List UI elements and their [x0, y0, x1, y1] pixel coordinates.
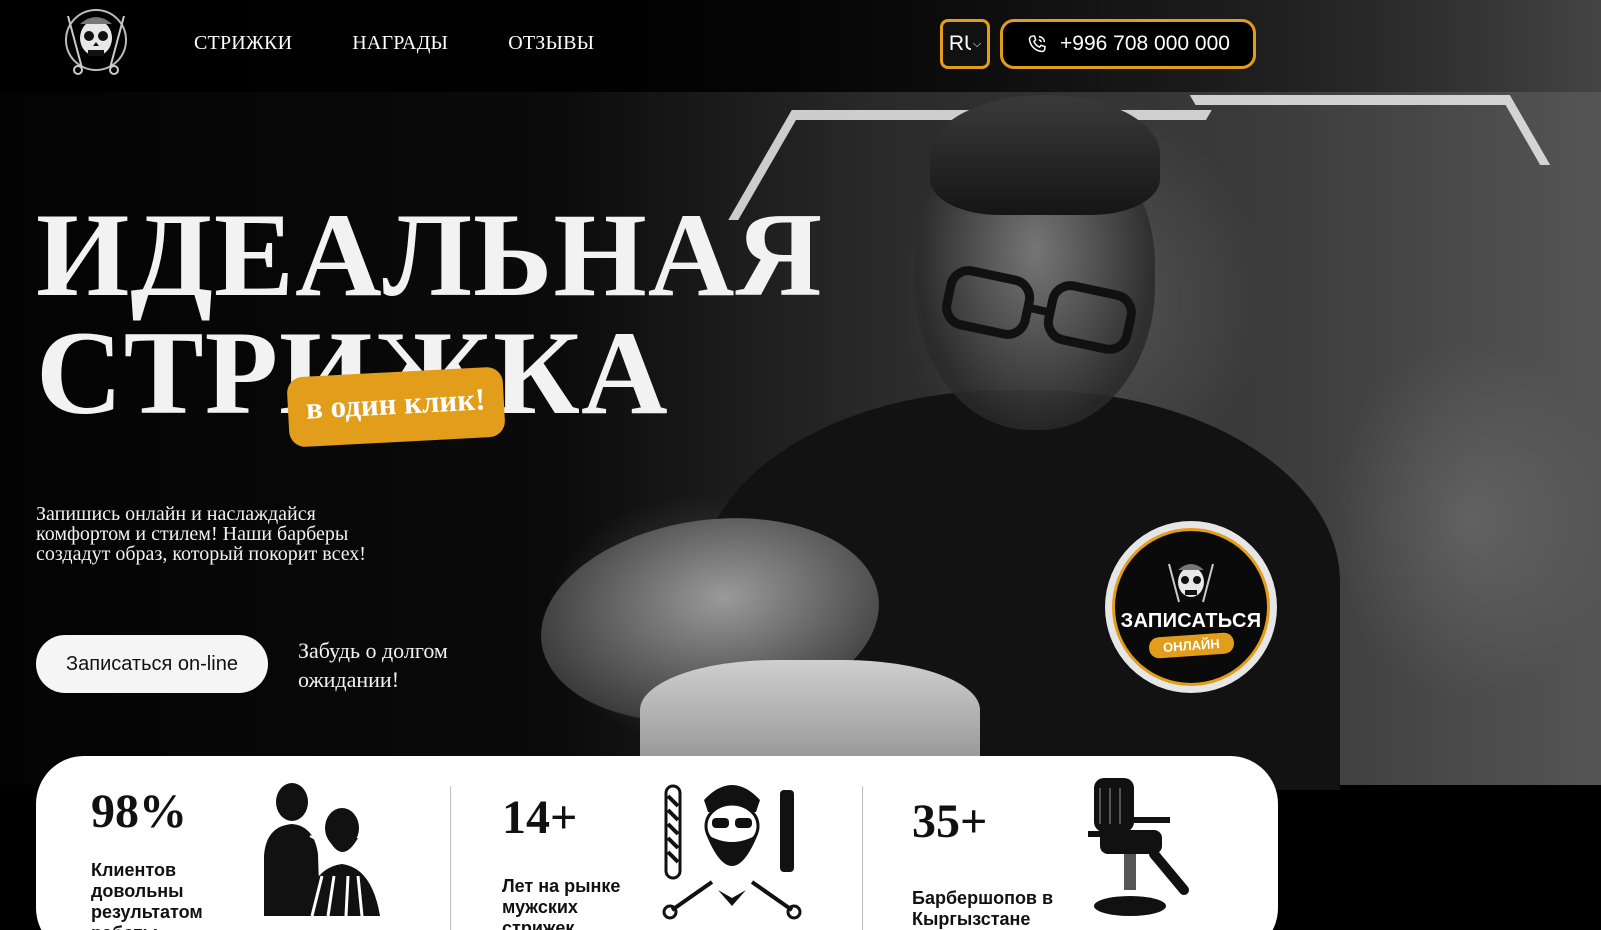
language-value: RU [948, 32, 971, 55]
hero-subtitle: Запишись онлайн и наслаждайся комфортом … [36, 503, 366, 565]
stat-label: Барбершопов в Кыргызстане [912, 888, 1054, 929]
ceiling-lamp [1189, 95, 1551, 165]
stat-shops: 35+ Барбершопов в Кыргызстане [862, 756, 1278, 930]
stat-value: 35+ [912, 795, 988, 848]
nav-link-reviews[interactable]: ОТЗЫВЫ [508, 32, 594, 55]
stat-value: 98% [91, 785, 187, 838]
barber-client-illustration [264, 783, 380, 916]
phone-number: +996 708 000 000 [1060, 32, 1230, 55]
hero-title-line1: ИДЕАЛЬНАЯ [36, 188, 824, 321]
barber-chair-illustration [1088, 778, 1189, 916]
chevron-down-icon: ⌵ [972, 37, 982, 50]
stats-card: 98% Клиентов довольны результатом работы… [36, 756, 1278, 930]
badge-subtitle: ОНЛАЙН [1147, 632, 1235, 659]
top-navbar: СТРИЖКИ НАГРАДЫ ОТЗЫВЫ RU ⌵ +996 708 000… [0, 0, 1601, 92]
hero-title-tag: в один клик! [286, 366, 506, 448]
stat-years: 14+ Лет на рынке мужских стрижек [450, 756, 862, 930]
stat-label: Клиентов довольны результатом работы [91, 860, 203, 930]
language-select[interactable]: RU ⌵ [940, 19, 990, 69]
phone-icon [1028, 35, 1046, 53]
badge-inner: ЗАПИСАТЬСЯ ОНЛАЙН [1112, 528, 1270, 686]
nav-link-haircuts[interactable]: СТРИЖКИ [194, 32, 292, 55]
phone-button[interactable]: +996 708 000 000 [1000, 19, 1256, 69]
glasses-icon [942, 266, 1136, 354]
bearded-barber-illustration [652, 770, 812, 920]
book-online-button[interactable]: Записаться on-line [36, 635, 268, 693]
book-online-badge[interactable]: ЗАПИСАТЬСЯ ОНЛАЙН [1105, 521, 1277, 693]
stat-value: 14+ [502, 791, 578, 844]
cta-note: Забудь о долгом ожидании! [298, 638, 448, 692]
barber-hair [930, 95, 1160, 215]
badge-title: ЗАПИСАТЬСЯ [1120, 610, 1262, 632]
skull-logo-icon[interactable] [58, 6, 134, 78]
stat-clients: 98% Клиентов довольны результатом работы [36, 756, 450, 930]
skull-logo-icon [1168, 563, 1214, 603]
main-nav: СТРИЖКИ НАГРАДЫ ОТЗЫВЫ [194, 32, 594, 55]
stat-label: Лет на рынке мужских стрижек [502, 876, 621, 930]
nav-link-awards[interactable]: НАГРАДЫ [352, 32, 448, 55]
